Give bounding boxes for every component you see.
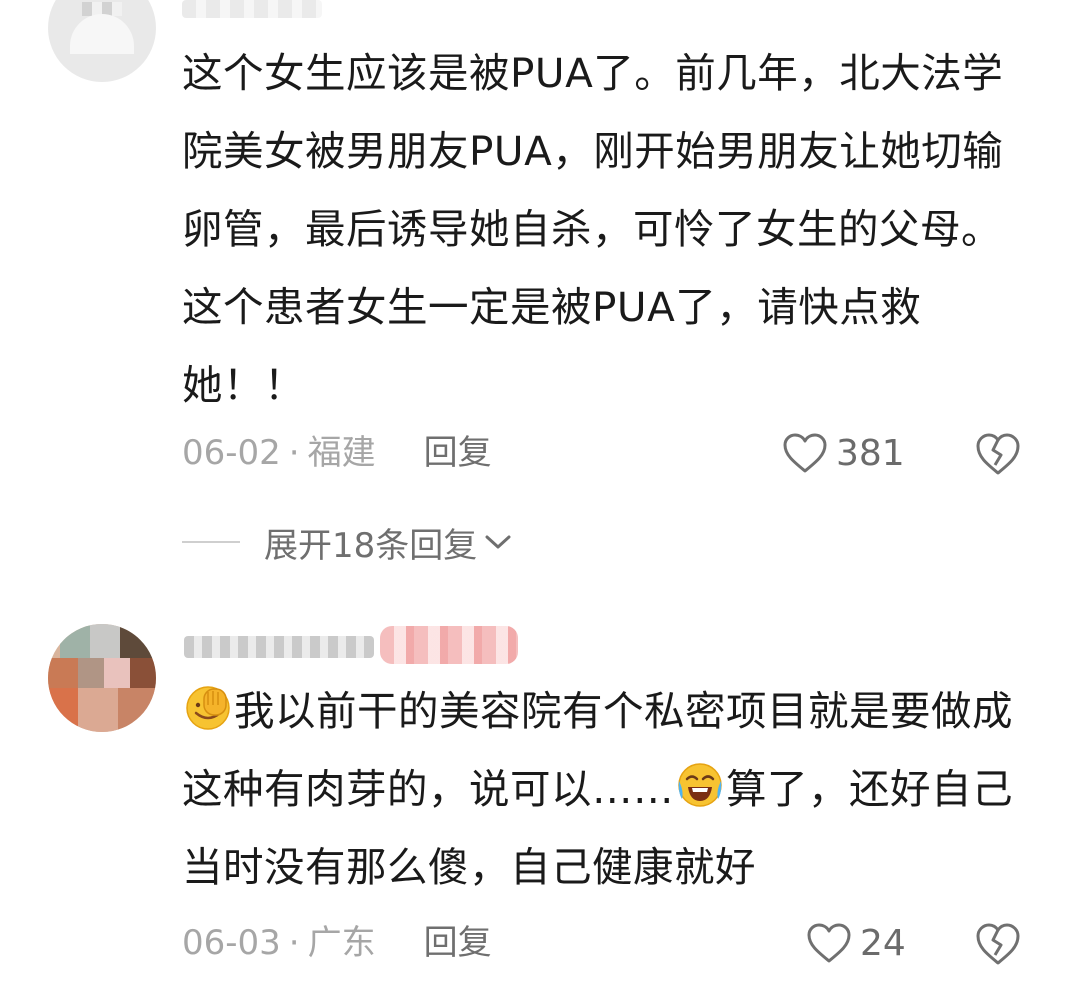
avatar-mosaic — [78, 688, 118, 732]
avatar-mosaic — [78, 658, 104, 688]
separator-dot: · — [288, 923, 300, 963]
heart-outline-icon — [807, 923, 851, 963]
heart-outline-icon — [783, 433, 827, 473]
avatar-mosaic — [120, 624, 156, 658]
broken-heart-icon[interactable] — [974, 922, 1022, 966]
avatar-mosaic — [60, 624, 90, 658]
laughing-crying-emoji-icon — [678, 763, 722, 807]
comment-meta: 06-02 · 福建 回复 — [182, 428, 492, 478]
avatar-mosaic — [130, 658, 156, 688]
divider-line — [182, 541, 240, 543]
avatar-shape — [70, 14, 134, 54]
commenter-name-redacted[interactable] — [184, 636, 374, 658]
reply-button[interactable]: 回复 — [424, 428, 492, 478]
avatar-mosaic — [90, 624, 120, 658]
comment-date: 06-02 — [182, 433, 281, 473]
comment-date: 06-03 — [182, 923, 281, 963]
comment-text: 我以前干的美容院有个私密项目就是要做成这种有肉芽的，说可以…… 算了，还好自己当… — [182, 672, 1042, 906]
like-count: 381 — [836, 432, 905, 474]
commenter-badge-redacted — [380, 626, 518, 664]
comment-location: 广东 — [307, 923, 376, 963]
commenter-name-redacted[interactable] — [182, 0, 322, 18]
avatar-mosaic — [104, 658, 130, 688]
like-count: 24 — [860, 922, 906, 964]
comment-meta: 06-03 · 广东 回复 — [182, 918, 492, 968]
like-button[interactable]: 24 — [806, 918, 906, 968]
separator-dot: · — [288, 433, 300, 473]
commenter-avatar[interactable] — [48, 624, 156, 732]
avatar-mosaic — [48, 658, 78, 688]
avatar-mosaic — [48, 688, 78, 732]
comment-location: 福建 — [307, 433, 376, 473]
broken-heart-icon[interactable] — [974, 432, 1022, 476]
reply-button[interactable]: 回复 — [424, 918, 492, 968]
commenter-avatar[interactable] — [48, 0, 156, 82]
facepalm-emoji-icon — [186, 686, 230, 730]
like-button[interactable]: 381 — [782, 428, 905, 478]
expand-replies-label: 展开18条回复 — [264, 525, 478, 566]
avatar-mosaic — [118, 688, 156, 732]
expand-replies-button[interactable]: 展开18条回复 — [182, 516, 513, 568]
chevron-down-icon — [485, 535, 511, 549]
comment-text: 这个女生应该是被PUA了。前几年，北大法学院美女被男朋友PUA，刚开始男朋友让她… — [182, 49, 1004, 409]
